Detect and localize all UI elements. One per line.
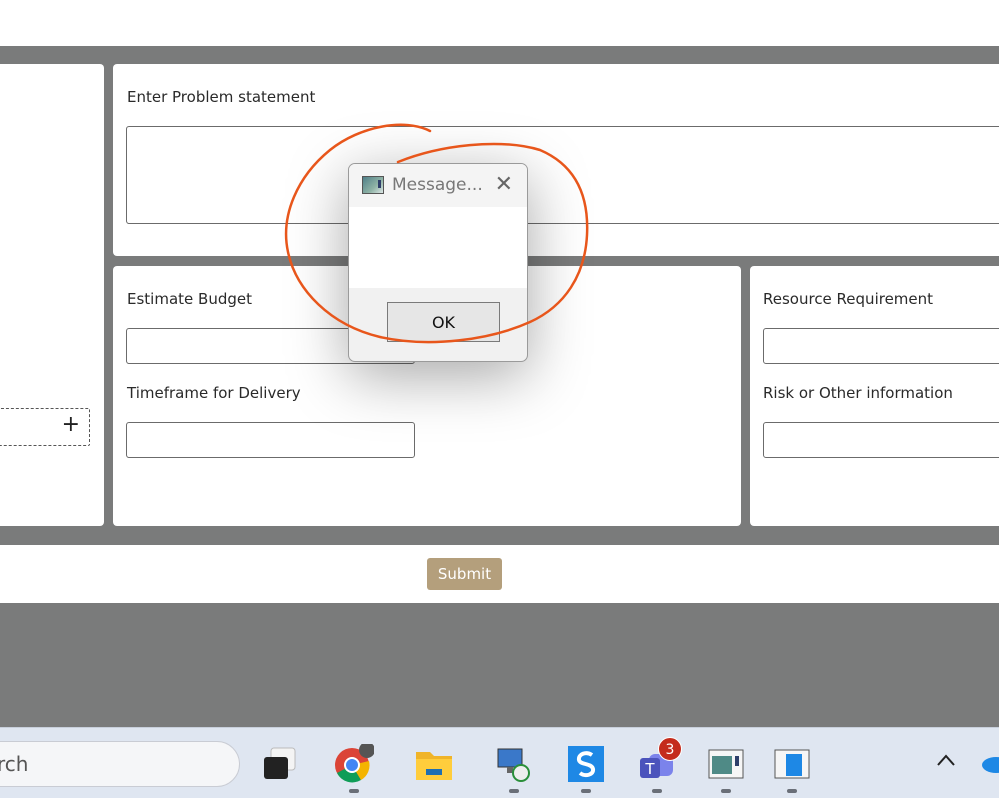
resource-requirement-label: Resource Requirement xyxy=(763,290,934,308)
submit-button[interactable]: Submit xyxy=(427,558,502,590)
timeframe-label: Timeframe for Delivery xyxy=(127,384,301,402)
left-panel xyxy=(0,64,104,526)
dialog-title: Message... xyxy=(392,175,483,195)
dialog-titlebar[interactable]: Message... ✕ xyxy=(349,164,527,207)
problem-statement-label: Enter Problem statement xyxy=(127,88,316,106)
app-window-taskbar-icon[interactable] xyxy=(706,744,746,784)
taskbar-search-box[interactable]: rch xyxy=(0,741,240,787)
plus-icon[interactable]: + xyxy=(62,412,80,437)
teams-notification-badge: 3 xyxy=(658,737,682,761)
second-app-window-icon[interactable] xyxy=(772,744,812,784)
risk-info-input[interactable] xyxy=(763,422,999,458)
file-explorer-icon[interactable] xyxy=(414,744,454,784)
message-dialog: Message... ✕ OK xyxy=(348,163,528,362)
second-app-running-indicator xyxy=(787,789,797,793)
estimate-budget-label: Estimate Budget xyxy=(127,290,252,308)
task-view-icon[interactable] xyxy=(261,744,301,784)
chevron-up-icon[interactable] xyxy=(935,752,957,768)
problem-statement-textarea[interactable] xyxy=(126,126,999,224)
resource-requirement-input[interactable] xyxy=(763,328,999,364)
remote-desktop-running-indicator xyxy=(509,789,519,793)
taskbar: rch T xyxy=(0,727,999,798)
sync-running-indicator xyxy=(581,789,591,793)
search-placeholder: rch xyxy=(0,752,29,776)
risk-info-label: Risk or Other information xyxy=(763,384,953,402)
close-icon[interactable]: ✕ xyxy=(495,172,513,197)
top-white-bar xyxy=(0,0,999,46)
submit-bar: Submit xyxy=(0,545,999,603)
app-running-indicator xyxy=(721,789,731,793)
resource-risk-panel: Resource Requirement Risk or Other infor… xyxy=(750,266,999,526)
onedrive-cloud-icon[interactable] xyxy=(978,748,999,778)
problem-statement-panel: Enter Problem statement xyxy=(113,64,999,256)
dialog-message xyxy=(349,207,527,288)
sharepoint-sync-icon[interactable] xyxy=(566,744,606,784)
add-item-box[interactable]: + xyxy=(0,408,90,446)
ok-button[interactable]: OK xyxy=(387,302,500,342)
chrome-running-indicator xyxy=(349,789,359,793)
timeframe-input[interactable] xyxy=(126,422,415,458)
chrome-icon[interactable] xyxy=(334,744,374,784)
svg-text:T: T xyxy=(644,760,655,778)
teams-running-indicator xyxy=(652,789,662,793)
app-window-icon xyxy=(362,176,384,194)
remote-desktop-icon[interactable] xyxy=(493,744,533,784)
